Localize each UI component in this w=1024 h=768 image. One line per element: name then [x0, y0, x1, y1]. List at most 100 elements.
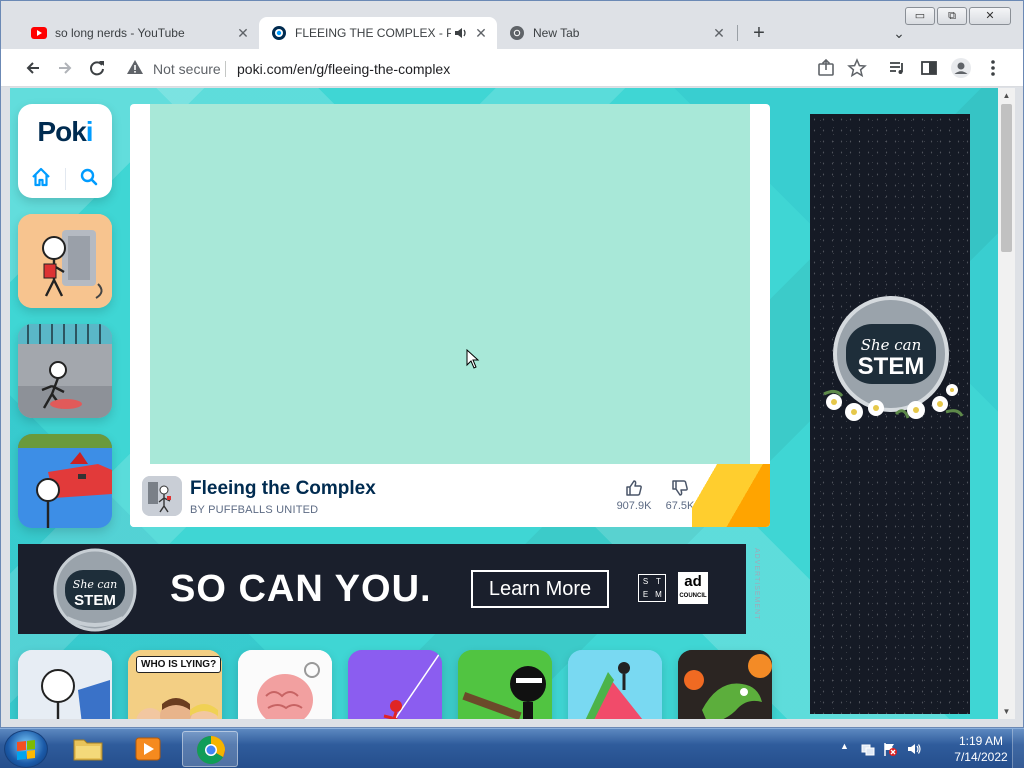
- tile-label: WHO IS LYING?: [136, 656, 222, 673]
- banner-advertisement[interactable]: She can STEM SO CAN YOU. Learn More S T …: [18, 544, 746, 634]
- network-icon[interactable]: [860, 741, 876, 757]
- windows-taskbar: ▲ 1:19 AM 7/14/2022: [0, 728, 1024, 768]
- windows-logo-icon: [17, 740, 35, 760]
- share-button[interactable]: [813, 55, 839, 81]
- minimize-button[interactable]: ▭: [905, 7, 935, 25]
- taskbar-chrome[interactable]: [182, 731, 238, 767]
- url-text[interactable]: poki.com/en/g/fleeing-the-complex: [237, 61, 450, 77]
- forward-button[interactable]: [52, 55, 78, 81]
- menu-button[interactable]: [980, 55, 1006, 81]
- scrollbar-thumb[interactable]: [1001, 104, 1012, 252]
- taskbar-clock[interactable]: 1:19 AM 7/14/2022: [946, 733, 1016, 765]
- game-thumbnail: [18, 214, 112, 308]
- game-tile-stickman-shooter[interactable]: [458, 650, 552, 719]
- taskbar-media-player[interactable]: [120, 731, 176, 767]
- game-tile-henry-stickmin-2[interactable]: [18, 324, 112, 418]
- game-canvas[interactable]: [150, 104, 750, 464]
- show-hidden-icons-icon[interactable]: ▲: [840, 741, 849, 751]
- star-icon: [847, 58, 867, 78]
- game-tile-henry-stickmin-3[interactable]: [18, 434, 112, 528]
- fullscreen-corner-decoration[interactable]: [692, 464, 770, 527]
- game-author: BY PUFFBALLS UNITED: [190, 504, 319, 516]
- helmet-text-she-can: She can: [73, 578, 117, 591]
- poki-icon: [271, 25, 287, 41]
- reload-icon: [90, 61, 104, 76]
- logo-divider: [65, 168, 66, 190]
- back-button[interactable]: [20, 55, 46, 81]
- tab-search-button[interactable]: ⌄: [887, 22, 911, 46]
- browser-toolbar: Not secure poki.com/en/g/fleeing-the-com…: [1, 49, 1023, 87]
- profile-button[interactable]: [948, 55, 974, 81]
- game-container: Fleeing the Complex BY PUFFBALLS UNITED …: [130, 104, 770, 527]
- action-center-flag-icon[interactable]: [882, 741, 898, 757]
- share-icon: [818, 58, 834, 76]
- vertical-scrollbar[interactable]: ▲ ▼: [998, 88, 1015, 719]
- restore-button[interactable]: ⧉: [937, 7, 967, 25]
- game-thumbnail: [18, 650, 112, 719]
- tab-title: FLEEING THE COMPLEX - Pl: [295, 26, 451, 40]
- logo-letters-ok: ok: [55, 116, 87, 147]
- browser-window: so long nerds - YouTube ✕ FLEEING THE CO…: [0, 0, 1024, 728]
- side-panel-button[interactable]: [916, 55, 942, 81]
- game-tile-bottom-1[interactable]: [18, 650, 112, 719]
- folder-icon: [73, 739, 103, 761]
- stem-logo: S T E M: [638, 574, 666, 602]
- game-thumbnail: [678, 650, 772, 719]
- game-thumbnail[interactable]: [142, 476, 182, 516]
- like-button[interactable]: 907.9K: [612, 478, 656, 512]
- stem-letter: S: [642, 577, 649, 586]
- media-control-button[interactable]: [884, 55, 910, 81]
- new-tab-button[interactable]: +: [747, 22, 771, 46]
- media-playlist-icon: [890, 62, 903, 74]
- close-tab-icon[interactable]: ✕: [711, 25, 727, 41]
- bookmark-star-button[interactable]: [844, 55, 870, 81]
- game-tile-who-is-lying[interactable]: WHO IS LYING?: [128, 650, 222, 719]
- game-tile-dragon[interactable]: [678, 650, 772, 719]
- game-tile-watermelon[interactable]: [568, 650, 662, 719]
- stem-letter: E: [642, 590, 649, 599]
- reload-button[interactable]: [84, 55, 110, 81]
- search-button[interactable]: [76, 166, 102, 192]
- warning-icon[interactable]: [125, 58, 145, 78]
- game-thumbnail: [458, 650, 552, 719]
- game-title: Fleeing the Complex: [190, 478, 376, 499]
- kebab-menu-icon: [991, 60, 995, 76]
- show-desktop-button[interactable]: [1012, 729, 1024, 768]
- side-panel-icon: [921, 61, 937, 75]
- learn-more-button[interactable]: Learn More: [471, 570, 609, 608]
- close-tab-icon[interactable]: ✕: [473, 25, 489, 41]
- forward-arrow-icon: [59, 62, 72, 74]
- game-tile-henry-stickmin-1[interactable]: [18, 214, 112, 308]
- security-label[interactable]: Not secure: [153, 61, 221, 77]
- tab-title: so long nerds - YouTube: [55, 26, 185, 40]
- omnibox-divider: [225, 61, 226, 77]
- scroll-down-arrow-icon[interactable]: ▼: [998, 704, 1015, 719]
- close-tab-icon[interactable]: ✕: [235, 25, 251, 41]
- like-count: 907.9K: [616, 500, 652, 512]
- tab-new-tab[interactable]: New Tab ✕: [497, 17, 735, 49]
- avatar-icon: [951, 58, 971, 78]
- tab-fleeing-the-complex[interactable]: FLEEING THE COMPLEX - Pl ✕: [259, 17, 497, 49]
- volume-icon[interactable]: [906, 741, 922, 757]
- tab-youtube[interactable]: so long nerds - YouTube ✕: [19, 17, 259, 49]
- ad-council-sub: COUNCIL: [679, 593, 707, 599]
- home-button[interactable]: [28, 166, 54, 192]
- poki-logo-card[interactable]: Poki: [18, 104, 112, 198]
- game-thumbnail: [568, 650, 662, 719]
- game-thumbnail: [18, 324, 112, 418]
- speaker-icon[interactable]: [453, 25, 469, 41]
- stem-letter: M: [655, 590, 662, 599]
- start-button[interactable]: [4, 730, 48, 768]
- clock-time: 1:19 AM: [958, 734, 1004, 748]
- clock-date: 7/14/2022: [954, 750, 1008, 764]
- taskbar-file-explorer[interactable]: [60, 731, 116, 767]
- close-window-button[interactable]: ✕: [969, 7, 1011, 25]
- scroll-up-arrow-icon[interactable]: ▲: [998, 88, 1015, 103]
- advertisement-label: ADVERTISEMENT: [753, 548, 760, 621]
- window-controls: ▭ ⧉ ✕: [905, 7, 1011, 25]
- skyscraper-advertisement[interactable]: She can STEM: [810, 114, 970, 714]
- game-tile-stickman-swing[interactable]: [348, 650, 442, 719]
- game-tile-brain-test[interactable]: [238, 650, 332, 719]
- poki-logo[interactable]: Poki: [18, 116, 112, 148]
- tab-title: New Tab: [533, 26, 580, 40]
